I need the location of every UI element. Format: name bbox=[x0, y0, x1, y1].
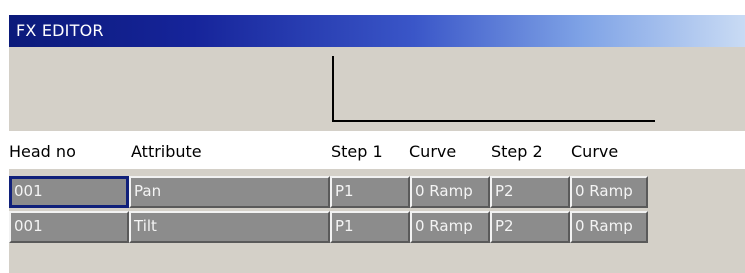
cell-curve-2-row-1[interactable]: 0 Ramp bbox=[570, 176, 648, 208]
cell-head-no-row-2[interactable]: 001 bbox=[9, 211, 129, 243]
column-header-curve-2: Curve bbox=[571, 142, 619, 161]
cell-curve-1-row-1[interactable]: 0 Ramp bbox=[410, 176, 490, 208]
cell-step-2-row-1[interactable]: P2 bbox=[490, 176, 570, 208]
column-header-step-1: Step 1 bbox=[331, 142, 383, 161]
fx-editor-window: FX EDITOR Head no Attribute Step 1 Curve… bbox=[0, 0, 745, 273]
column-header-head-no: Head no bbox=[9, 142, 76, 161]
cell-step-2-row-2[interactable]: P2 bbox=[490, 211, 570, 243]
column-header-curve-1: Curve bbox=[409, 142, 457, 161]
curve-graph bbox=[332, 56, 655, 122]
curve-preview-panel bbox=[9, 47, 745, 131]
cell-head-no-row-1[interactable]: 001 bbox=[9, 176, 129, 208]
window-title: FX EDITOR bbox=[16, 21, 104, 40]
grid-left-margin bbox=[0, 169, 9, 273]
column-header-step-2: Step 2 bbox=[491, 142, 543, 161]
table-header-row: Head no Attribute Step 1 Curve Step 2 Cu… bbox=[0, 131, 745, 169]
column-header-attribute: Attribute bbox=[131, 142, 202, 161]
cell-attribute-row-2[interactable]: Tilt bbox=[129, 211, 330, 243]
curve-graph-axes bbox=[332, 56, 655, 122]
cell-curve-1-row-2[interactable]: 0 Ramp bbox=[410, 211, 490, 243]
title-bar[interactable]: FX EDITOR bbox=[9, 15, 745, 47]
cell-step-1-row-1[interactable]: P1 bbox=[330, 176, 410, 208]
cell-curve-2-row-2[interactable]: 0 Ramp bbox=[570, 211, 648, 243]
cell-attribute-row-1[interactable]: Pan bbox=[129, 176, 330, 208]
cell-step-1-row-2[interactable]: P1 bbox=[330, 211, 410, 243]
